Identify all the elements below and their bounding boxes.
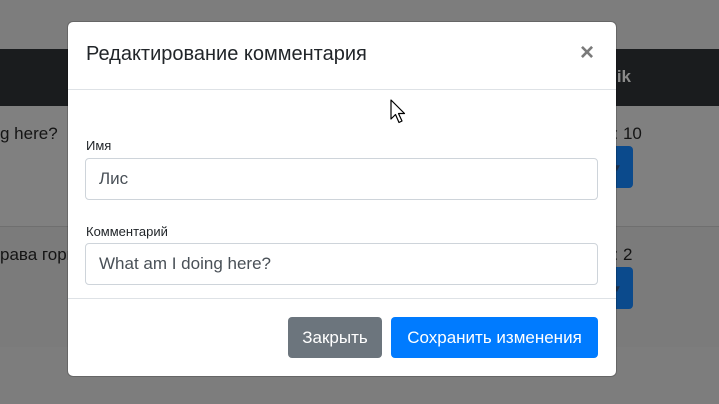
name-label: Имя [86,138,112,153]
background-comment-text: g here? [0,124,58,143]
save-changes-button[interactable]: Сохранить изменения [391,317,598,358]
background-navbar-text: ik [616,67,631,86]
modal-title: Редактирование комментария [86,43,367,65]
edit-comment-modal: Редактирование комментария × Имя Коммент… [68,22,616,376]
close-button[interactable]: Закрыть [288,317,382,358]
close-icon[interactable]: × [578,41,596,65]
modal-body: Имя Комментарий [68,90,616,298]
modal-footer: Закрыть Сохранить изменения [68,298,616,376]
modal-header: Редактирование комментария × [68,22,616,90]
mouse-pointer-icon [390,99,406,124]
comment-label: Комментарий [86,224,168,239]
name-input[interactable] [85,158,598,200]
comment-input[interactable] [85,243,598,285]
